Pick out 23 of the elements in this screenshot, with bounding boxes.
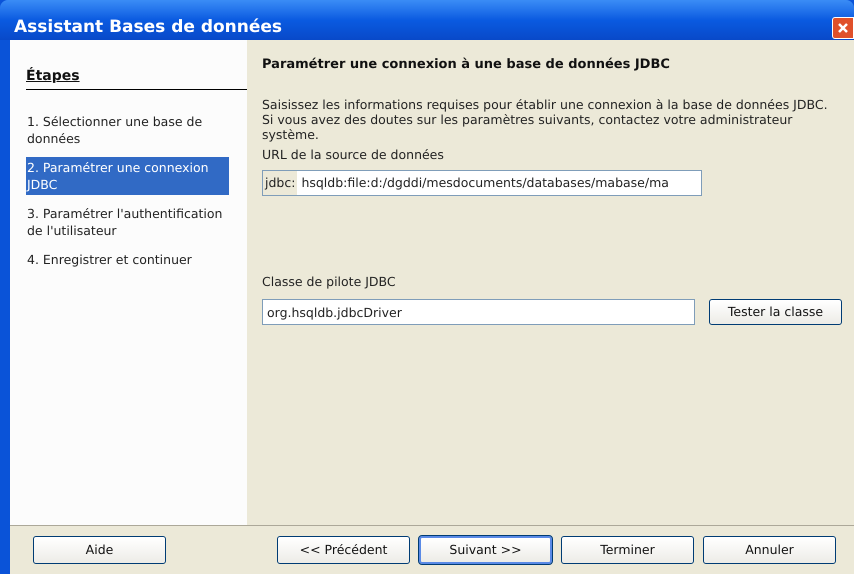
- step-item[interactable]: 3. Paramétrer l'authentification de l'utilisateur: [26, 203, 229, 241]
- nav-button[interactable]: Suivant >>: [419, 536, 552, 564]
- nav-button[interactable]: << Précédent: [277, 536, 410, 564]
- step-item[interactable]: 1. Sélectionner une base de données: [26, 111, 229, 149]
- url-value: hsqldb:file:d:/dgddi/mesdocuments/databases/mabase/ma: [300, 174, 669, 192]
- step-item[interactable]: 4. Enregistrer et continuer: [26, 249, 229, 270]
- test-class-button[interactable]: Tester la classe: [709, 299, 842, 325]
- close-button[interactable]: [832, 17, 854, 39]
- url-field[interactable]: jdbc: hsqldb:file:d:/dgddi/mesdocuments/databases/mabase/ma: [262, 170, 702, 196]
- intro-text: Saisissez les informations requises pour établir une connexion à la base de données JDBC.: [262, 96, 829, 112]
- step-item[interactable]: 2. Paramétrer une connexion JDBC: [26, 157, 229, 195]
- sidebar-heading: Étapes: [26, 68, 80, 84]
- window-title: Assistant Bases de données: [14, 16, 282, 40]
- url-label: URL de la source de données: [262, 146, 445, 164]
- intro-text: Si vous avez des doutes sur les paramètres suivants, contactez votre administrateur système.: [262, 112, 794, 142]
- close-icon: [837, 22, 849, 34]
- help-button[interactable]: Aide: [33, 536, 166, 564]
- driver-field[interactable]: org.hsqldb.jdbcDriver: [262, 299, 695, 325]
- page-heading: Paramétrer une connexion à une base de données JDBC: [262, 56, 671, 74]
- url-prefix: jdbc:: [263, 171, 298, 196]
- driver-label: Classe de pilote JDBC: [262, 273, 397, 292]
- nav-button[interactable]: Annuler: [703, 536, 836, 564]
- nav-button[interactable]: Terminer: [561, 536, 694, 564]
